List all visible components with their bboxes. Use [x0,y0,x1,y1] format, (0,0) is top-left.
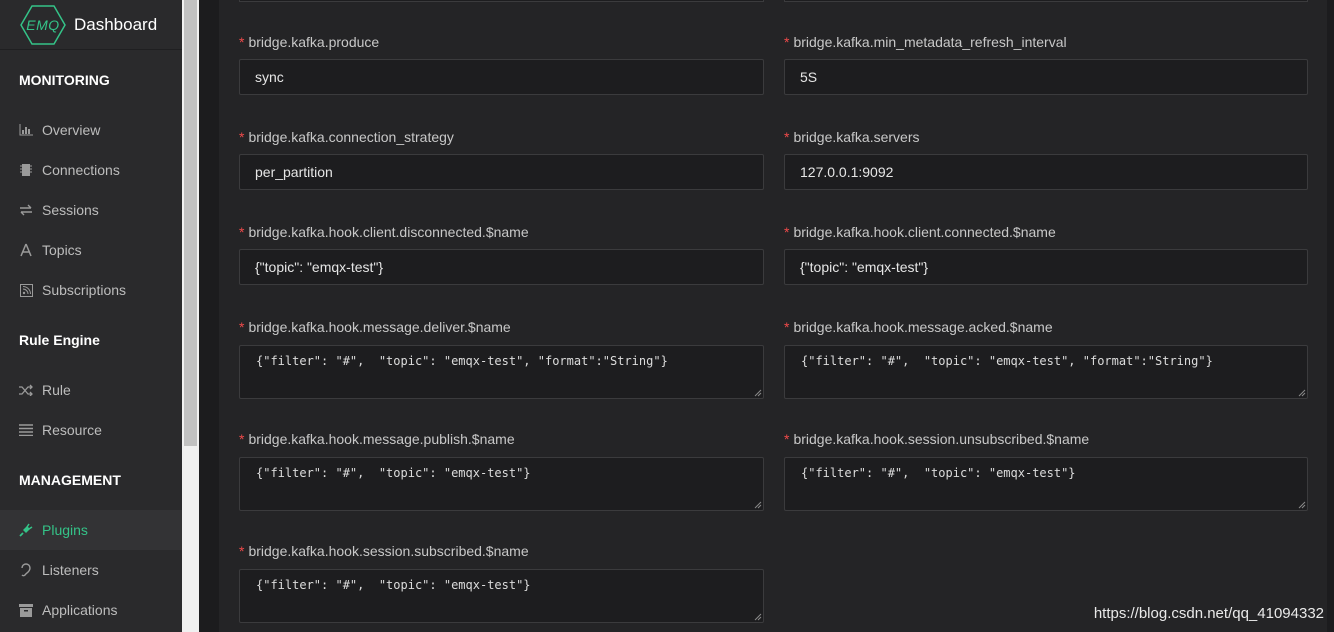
shuffle-icon [18,382,34,398]
field-label: * bridge.kafka.connection_strategy [239,129,454,145]
field-min-metadata-refresh-interval: * bridge.kafka.min_metadata_refresh_inter… [784,32,1308,95]
brand[interactable]: EMQ Dashboard [0,0,182,50]
session-subscribed-textarea[interactable]: {"filter": "#", "topic": "emqx-test"} [239,569,764,623]
sidebar-item-label: Overview [42,122,101,138]
field-session-unsubscribed: * bridge.kafka.hook.session.unsubscribed.… [784,429,1308,511]
chip-icon [18,162,34,178]
emq-logo: EMQ [20,4,66,45]
sidebar-item-label: Sessions [42,202,99,218]
field-message-publish: * bridge.kafka.hook.message.publish.$name… [239,429,764,511]
field-produce: * bridge.kafka.produce sync [239,32,764,95]
section-management: MANAGEMENT [19,472,121,488]
ear-icon [18,562,34,578]
connection-strategy-input[interactable]: per_partition [239,154,764,190]
field-label: * bridge.kafka.servers [784,129,920,145]
field-label: * bridge.kafka.hook.message.acked.$name [784,319,1053,335]
resize-grip-icon[interactable] [1297,388,1306,397]
section-rule-engine: Rule Engine [19,332,100,348]
sidebar-item-label: Connections [42,162,120,178]
bar-chart-icon [18,122,34,138]
logo-text: EMQ [26,16,60,33]
message-acked-textarea[interactable]: {"filter": "#", "topic": "emqx-test", "f… [784,345,1308,399]
field-label: * bridge.kafka.hook.client.disconnected.$… [239,224,529,240]
sidebar-item-label: Rule [42,382,71,398]
plugin-config-form: * bridge.kafka.produce sync * bridge.kafka… [219,0,1327,632]
plug-icon [18,522,34,538]
sidebar-item-sessions[interactable]: Sessions [0,190,182,230]
field-label: * bridge.kafka.hook.message.publish.$name [239,431,515,447]
sidebar-item-connections[interactable]: Connections [0,150,182,190]
rss-icon [18,282,34,298]
message-deliver-textarea[interactable]: {"filter": "#", "topic": "emqx-test", "f… [239,345,764,399]
sidebar-item-label: Subscriptions [42,282,127,298]
field-label: * bridge.kafka.hook.session.subscribed.$n… [239,543,529,559]
previous-field-stub-right[interactable] [784,0,1308,2]
field-message-acked: * bridge.kafka.hook.message.acked.$name {… [784,317,1308,399]
field-connection-strategy: * bridge.kafka.connection_strategy per_pa… [239,127,764,190]
field-label: * bridge.kafka.hook.client.connected.$nam… [784,224,1056,240]
client-connected-input[interactable]: {"topic": "emqx-test"} [784,249,1308,285]
sidebar-item-resource[interactable]: Resource [0,410,182,450]
field-label: * bridge.kafka.hook.session.unsubscribed.… [784,431,1090,447]
field-session-subscribed: * bridge.kafka.hook.session.subscribed.$n… [239,541,764,623]
sidebar-item-topics[interactable]: Topics [0,230,182,270]
resize-grip-icon[interactable] [753,612,762,621]
sidebar-item-listeners[interactable]: Listeners [0,550,182,590]
message-publish-textarea[interactable]: {"filter": "#", "topic": "emqx-test"} [239,457,764,511]
brand-title: Dashboard [74,14,158,34]
sidebar-item-label: Resource [42,422,102,438]
servers-input[interactable]: 127.0.0.1:9092 [784,154,1308,190]
main-content: * bridge.kafka.produce sync * bridge.kafka… [199,0,1334,632]
list-icon [18,422,34,438]
produce-input[interactable]: sync [239,59,764,95]
watermark: https://blog.csdn.net/qq_41094332 [1093,605,1324,622]
field-client-connected: * bridge.kafka.hook.client.connected.$nam… [784,222,1308,285]
field-label: * bridge.kafka.min_metadata_refresh_inter… [784,34,1067,50]
previous-field-stub-left[interactable] [239,0,764,2]
sidebar-item-applications[interactable]: Applications [0,590,182,630]
session-unsubscribed-textarea[interactable]: {"filter": "#", "topic": "emqx-test"} [784,457,1308,511]
sidebar: EMQ Dashboard MONITORING Overview Connec… [0,0,182,632]
sidebar-item-label: Applications [42,602,118,618]
min-metadata-refresh-interval-input[interactable]: 5S [784,59,1308,95]
field-label: * bridge.kafka.hook.message.deliver.$name [239,319,511,335]
sidebar-item-label: Topics [42,242,82,258]
topics-icon [18,242,34,258]
field-client-disconnected: * bridge.kafka.hook.client.disconnected.$… [239,222,764,285]
resize-grip-icon[interactable] [753,500,762,509]
resize-grip-icon[interactable] [1297,500,1306,509]
sidebar-item-label: Listeners [42,562,99,578]
client-disconnected-input[interactable]: {"topic": "emqx-test"} [239,249,764,285]
swap-arrows-icon [18,202,34,218]
field-servers: * bridge.kafka.servers 127.0.0.1:9092 [784,127,1308,190]
sidebar-item-plugins[interactable]: Plugins [0,510,182,550]
sidebar-item-subscriptions[interactable]: Subscriptions [0,270,182,310]
field-label: * bridge.kafka.produce [239,34,380,50]
field-message-deliver: * bridge.kafka.hook.message.deliver.$name… [239,317,764,399]
section-monitoring: MONITORING [19,72,110,88]
app-icon [18,602,34,618]
scrollbar-thumb[interactable] [184,0,197,446]
sidebar-item-label: Plugins [42,522,88,538]
sidebar-scrollbar[interactable] [182,0,199,632]
sidebar-item-rule[interactable]: Rule [0,370,182,410]
sidebar-item-overview[interactable]: Overview [0,110,182,150]
resize-grip-icon[interactable] [753,388,762,397]
